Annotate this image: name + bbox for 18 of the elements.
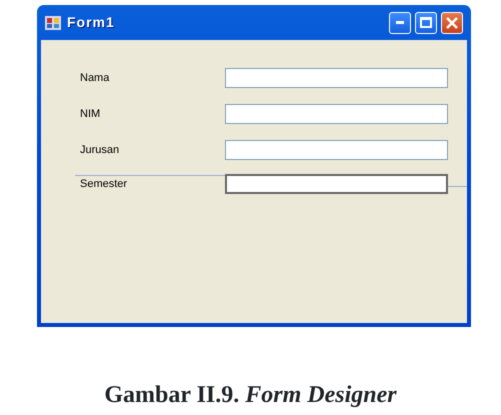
minimize-button[interactable] bbox=[389, 12, 411, 34]
snap-line bbox=[448, 186, 467, 187]
maximize-button[interactable] bbox=[415, 12, 437, 34]
minimize-icon bbox=[396, 21, 404, 24]
window-title: Form1 bbox=[67, 13, 115, 32]
text-field[interactable] bbox=[225, 174, 448, 194]
maximize-icon bbox=[420, 17, 432, 28]
close-icon bbox=[446, 16, 458, 28]
form-icon bbox=[45, 16, 61, 30]
field-label: NIM bbox=[80, 106, 102, 122]
text-field[interactable] bbox=[225, 140, 448, 160]
text-field[interactable] bbox=[225, 104, 448, 124]
figure-caption: Gambar II.9. Form Designer bbox=[103, 381, 398, 410]
field-label: Jurusan bbox=[80, 142, 120, 158]
text-field[interactable] bbox=[225, 68, 448, 88]
field-label: Semester bbox=[80, 176, 128, 192]
field-label: Nama bbox=[80, 70, 110, 86]
close-button[interactable] bbox=[441, 12, 463, 34]
